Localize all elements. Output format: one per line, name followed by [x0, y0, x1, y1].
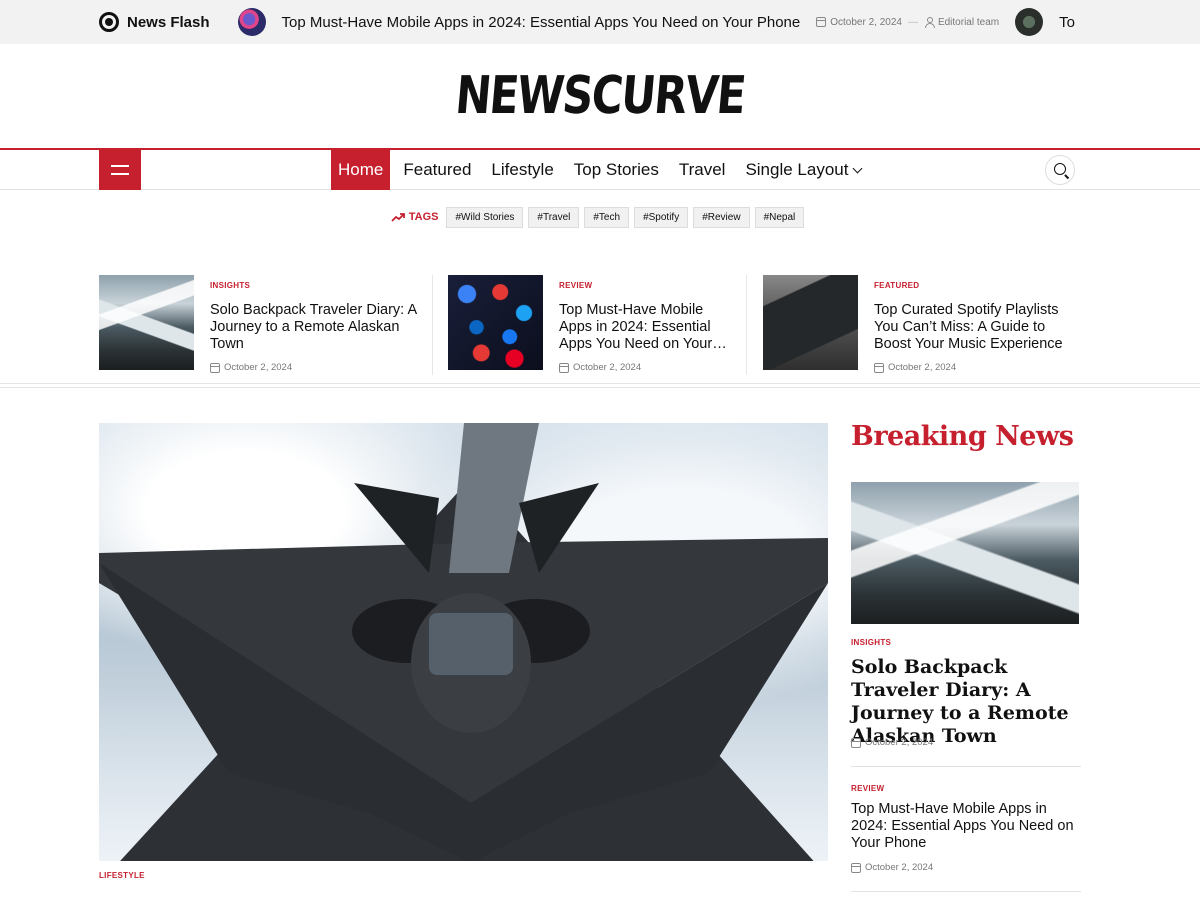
- ticker-headline-link[interactable]: Top Curated Spotify Playlists You Can’t …: [1059, 14, 1075, 31]
- ticker-thumbnail[interactable]: [237, 8, 266, 36]
- calendar-icon: [210, 362, 220, 373]
- tag-link[interactable]: #Nepal: [754, 206, 805, 228]
- sidebar-post-date: October 2, 2024: [851, 737, 933, 748]
- news-flash-bar: News Flash Top Must-Have Mobile Apps in …: [0, 0, 1200, 44]
- sidebar-post-category[interactable]: REVIEW: [851, 784, 884, 793]
- ticker-author-link[interactable]: Editorial team: [938, 17, 999, 28]
- hamburger-icon-bar: [111, 173, 129, 175]
- nav-item-lifestyle[interactable]: Lifestyle: [484, 150, 560, 190]
- hamburger-icon-bar: [111, 165, 129, 167]
- sidebar-post-title[interactable]: Solo Backpack Traveler Diary: A Journey …: [851, 656, 1079, 748]
- strip-divider: [432, 275, 433, 375]
- nav-menu: Home Featured Lifestyle Top Stories Trav…: [331, 150, 874, 190]
- ticker-thumbnail[interactable]: [1015, 8, 1044, 36]
- strip-post: REVIEW Top Must-Have Mobile Apps in 2024…: [448, 275, 733, 373]
- ticker-meta: October 2, 2024 — Editorial team: [816, 17, 999, 28]
- sidebar-post-date: October 2, 2024: [851, 862, 933, 873]
- breaking-news-heading: Breaking News: [851, 421, 1074, 452]
- user-icon: [924, 17, 935, 28]
- section-divider: [0, 383, 1200, 388]
- strip-post: INSIGHTS Solo Backpack Traveler Diary: A…: [99, 275, 420, 373]
- site-logo[interactable]: NEWSCURVE: [453, 66, 747, 126]
- nav-item-home[interactable]: Home: [331, 150, 391, 190]
- post-date-text: October 2, 2024: [888, 362, 957, 373]
- ticker-headline-link[interactable]: Top Must-Have Mobile Apps in 2024: Essen…: [282, 14, 801, 31]
- sidebar-post-image[interactable]: [851, 482, 1079, 624]
- tag-link[interactable]: #Tech: [584, 206, 630, 228]
- post-title[interactable]: Top Must-Have Mobile Apps in 2024: Essen…: [559, 302, 733, 353]
- sidebar-post-category[interactable]: INSIGHTS: [851, 638, 891, 647]
- stealth-bomber-image: [99, 423, 828, 861]
- sidebar-post-title[interactable]: Top Must-Have Mobile Apps in 2024: Essen…: [851, 801, 1079, 852]
- post-category[interactable]: FEATURED: [874, 281, 919, 290]
- hero-image[interactable]: [99, 423, 828, 861]
- meta-separator: —: [907, 16, 918, 28]
- post-title[interactable]: Top Curated Spotify Playlists You Can’t …: [874, 302, 1079, 353]
- site-header: NEWSCURVE: [0, 44, 1200, 148]
- radio-signal-icon: [99, 12, 119, 32]
- post-thumbnail[interactable]: [99, 275, 194, 370]
- post-date-text: October 2, 2024: [865, 862, 934, 873]
- news-flash-label: News Flash: [127, 13, 210, 31]
- post-date-text: October 2, 2024: [224, 362, 293, 373]
- main-navigation: Home Featured Lifestyle Top Stories Trav…: [0, 148, 1200, 190]
- news-flash-track: News Flash Top Must-Have Mobile Apps in …: [99, 0, 1075, 44]
- nav-item-single-layout[interactable]: Single Layout: [738, 150, 868, 190]
- post-body: REVIEW Top Must-Have Mobile Apps in 2024…: [559, 275, 733, 373]
- post-date: October 2, 2024: [874, 362, 1079, 373]
- calendar-icon: [851, 862, 861, 873]
- calendar-icon: [559, 362, 569, 373]
- chevron-down-icon: [853, 163, 863, 173]
- hamburger-menu-button[interactable]: [99, 150, 141, 190]
- tag-link[interactable]: #Travel: [528, 206, 580, 228]
- tags-label: TAGS: [408, 211, 439, 223]
- nav-item-top-stories[interactable]: Top Stories: [567, 150, 666, 190]
- post-date: October 2, 2024: [210, 362, 420, 373]
- strip-post: FEATURED Top Curated Spotify Playlists Y…: [763, 275, 1079, 373]
- nav-item-travel[interactable]: Travel: [672, 150, 733, 190]
- tag-link[interactable]: #Review: [693, 206, 750, 228]
- featured-posts-strip: INSIGHTS Solo Backpack Traveler Diary: A…: [99, 275, 1079, 375]
- trending-up-icon: [391, 213, 405, 222]
- sidebar-divider: [851, 766, 1081, 767]
- tag-link[interactable]: #Wild Stories: [446, 206, 524, 228]
- search-button[interactable]: [1045, 155, 1075, 185]
- nav-item-label: Single Layout: [745, 160, 849, 179]
- post-date-text: October 2, 2024: [865, 737, 934, 748]
- post-title[interactable]: Solo Backpack Traveler Diary: A Journey …: [210, 302, 420, 353]
- calendar-icon: [851, 737, 861, 748]
- post-body: INSIGHTS Solo Backpack Traveler Diary: A…: [210, 275, 420, 373]
- post-thumbnail[interactable]: [448, 275, 543, 370]
- post-body: FEATURED Top Curated Spotify Playlists Y…: [874, 275, 1079, 373]
- post-date-text: October 2, 2024: [573, 362, 642, 373]
- sidebar-divider: [851, 891, 1081, 892]
- tags-heading: TAGS: [391, 211, 439, 223]
- post-date: October 2, 2024: [559, 362, 733, 373]
- ticker-date: October 2, 2024: [830, 16, 902, 28]
- strip-divider: [746, 275, 747, 375]
- post-category[interactable]: INSIGHTS: [210, 281, 250, 290]
- tag-link[interactable]: #Spotify: [634, 206, 689, 228]
- trending-tags: TAGS #Wild Stories #Travel #Tech #Spotif…: [0, 206, 1200, 228]
- nav-item-featured[interactable]: Featured: [396, 150, 478, 190]
- post-category[interactable]: REVIEW: [559, 281, 592, 290]
- calendar-icon: [874, 362, 884, 373]
- calendar-icon: [816, 17, 827, 27]
- post-thumbnail[interactable]: [763, 275, 858, 370]
- hero-category[interactable]: LIFESTYLE: [99, 871, 145, 880]
